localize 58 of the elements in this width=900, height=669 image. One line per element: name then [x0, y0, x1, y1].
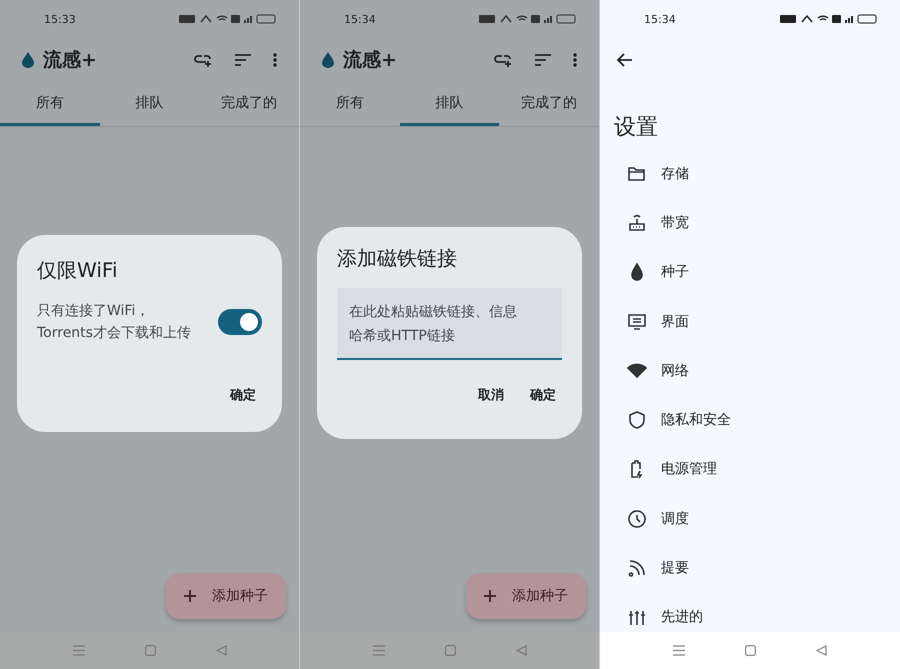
wifi-icon [627, 360, 647, 381]
sort-icon[interactable] [535, 54, 551, 66]
dialog-button[interactable]: 确定 [524, 382, 562, 408]
app-title: 流感+ [343, 48, 397, 73]
settings-item[interactable]: 网络 [600, 346, 900, 396]
dialog-message: 只有连接了WiFi， Torrents才会下载和上传 [37, 302, 191, 343]
link-add-icon[interactable] [193, 53, 213, 67]
app-title: 流感+ [43, 48, 97, 73]
clock-icon [627, 508, 647, 529]
menu-icon[interactable] [673, 645, 685, 656]
settings-item[interactable]: 隐私和安全 [600, 395, 900, 445]
toggle-switch[interactable] [218, 309, 262, 335]
back-arrow-icon[interactable] [616, 53, 632, 67]
more-icon[interactable] [573, 53, 577, 67]
rss-icon [627, 558, 647, 578]
tab[interactable]: 所有 [300, 82, 400, 126]
menu-icon[interactable] [72, 645, 84, 656]
add-torrent-button[interactable]: 添加种子 [466, 573, 586, 619]
settings-item[interactable]: 电源管理 [600, 444, 900, 494]
plus-icon [184, 590, 196, 602]
status-time: 15:33 [44, 12, 77, 26]
tab[interactable]: 完成了的 [499, 82, 600, 126]
home-icon[interactable] [444, 645, 456, 656]
home-icon[interactable] [144, 645, 156, 656]
dialog-title: 仅限WiFi [37, 257, 118, 284]
settings-item[interactable]: 提要 [600, 543, 900, 593]
dialog-button[interactable]: 取消 [472, 382, 510, 408]
router-icon [627, 212, 647, 233]
link-add-icon[interactable] [493, 53, 513, 67]
drop-icon [22, 52, 34, 68]
drop-icon [322, 52, 334, 68]
dialog-title: 添加磁铁链接 [337, 245, 458, 272]
tab[interactable]: 完成了的 [199, 82, 300, 126]
back-icon[interactable] [816, 645, 827, 656]
settings-item[interactable]: 界面 [600, 296, 900, 346]
settings-item[interactable]: 存储 [600, 149, 900, 198]
status-time: 15:34 [644, 12, 677, 26]
status-time: 15:34 [344, 12, 377, 26]
settings-item[interactable]: 带宽 [600, 198, 900, 248]
home-icon[interactable] [745, 645, 756, 656]
back-icon[interactable] [516, 645, 526, 656]
tab[interactable]: 排队 [100, 82, 200, 126]
menu-icon[interactable] [372, 645, 384, 656]
settings-item[interactable]: 调度 [600, 494, 900, 544]
more-icon[interactable] [273, 53, 277, 67]
tab[interactable]: 所有 [0, 82, 100, 126]
dialog-button[interactable]: 确定 [224, 382, 262, 408]
back-icon[interactable] [216, 645, 226, 656]
monitor-icon [627, 312, 647, 332]
settings-item[interactable]: 种子 [600, 248, 900, 297]
input-field[interactable]: 在此处粘贴磁铁链接、信息哈希或HTTP链接 [337, 288, 562, 360]
settings-title: 设置 [613, 114, 659, 142]
tab[interactable]: 排队 [400, 82, 500, 126]
settings-item[interactable]: 先进的 [600, 592, 900, 632]
plus-icon [484, 590, 496, 602]
sort-icon[interactable] [235, 54, 251, 66]
shield-icon [627, 410, 647, 430]
add-torrent-button[interactable]: 添加种子 [166, 573, 286, 619]
